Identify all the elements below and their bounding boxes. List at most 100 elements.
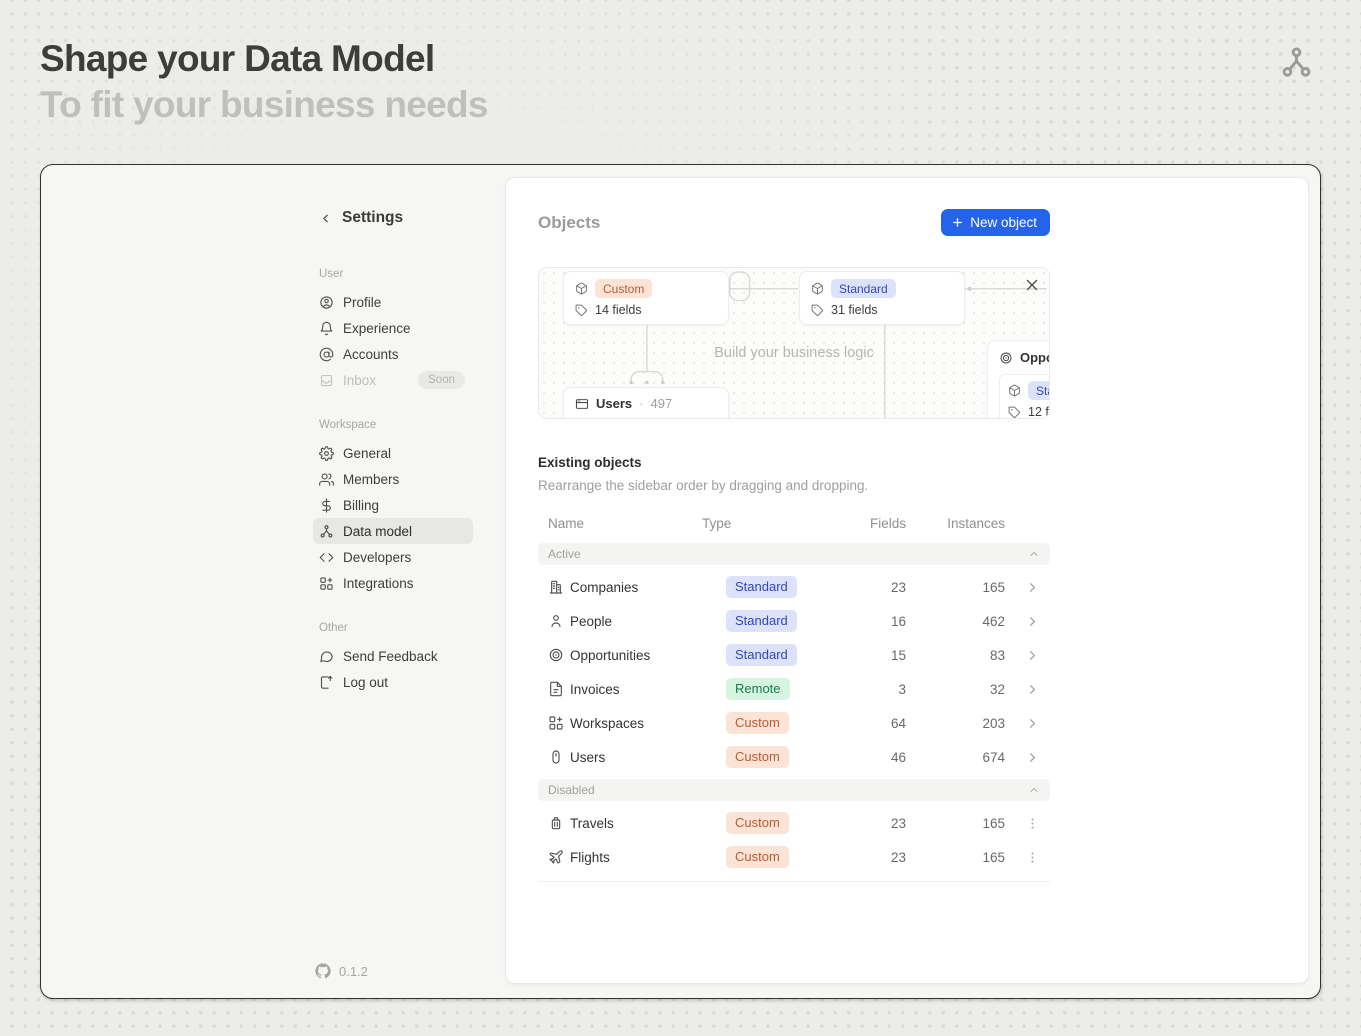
- type-badge: Standard: [726, 576, 797, 599]
- fields-count: 3: [862, 682, 914, 697]
- object-name: Flights: [570, 850, 686, 865]
- diagram-card-custom[interactable]: Custom 14 fields: [563, 271, 729, 325]
- sidebar-section-other: Other: [313, 622, 473, 634]
- sidebar-item-label: Integrations: [343, 576, 414, 591]
- code-icon: [319, 550, 334, 565]
- fields-count: 12 fields: [1028, 405, 1050, 419]
- page-title: Shape your Data Model: [40, 38, 434, 80]
- type-badge: Custom: [726, 812, 789, 835]
- sidebar-item-log-out[interactable]: Log out: [313, 669, 473, 695]
- new-object-label: New object: [970, 215, 1037, 230]
- instances-count: 462: [914, 614, 1010, 629]
- card-name: Opportunities: [1020, 350, 1050, 365]
- new-object-button[interactable]: New object: [941, 209, 1050, 236]
- object-name: Users: [570, 750, 686, 765]
- instances-count: 32: [914, 682, 1010, 697]
- type-badge: Custom: [726, 746, 789, 769]
- diagram-card-standard[interactable]: Standard 31 fields: [799, 271, 965, 325]
- object-name: Invoices: [570, 682, 686, 697]
- sidebar-item-inbox[interactable]: Inbox Soon: [313, 367, 473, 393]
- card-name: Users: [596, 396, 632, 411]
- window-icon: [575, 397, 589, 411]
- type-badge: Custom: [726, 712, 789, 735]
- group-row-active[interactable]: Active: [538, 543, 1050, 565]
- fields-count: 23: [862, 580, 914, 595]
- chevron-right-icon[interactable]: [1025, 648, 1040, 663]
- page-subtitle: To fit your business needs: [40, 84, 488, 126]
- sidebar-item-data-model[interactable]: Data model: [313, 518, 473, 544]
- chevron-right-icon[interactable]: [1025, 750, 1040, 765]
- fields-count: 46: [862, 750, 914, 765]
- table-row[interactable]: Flights Custom 23 165: [538, 840, 1050, 874]
- sidebar-item-developers[interactable]: Developers: [313, 544, 473, 570]
- chevron-up-icon[interactable]: [1028, 548, 1040, 560]
- sidebar-item-experience[interactable]: Experience: [313, 315, 473, 341]
- settings-sidebar: Settings User Profile Experience Account…: [313, 207, 473, 695]
- sidebar-title: Settings: [342, 209, 403, 227]
- table-row[interactable]: Opportunities Standard 15 83: [538, 638, 1050, 672]
- sidebar-item-profile[interactable]: Profile: [313, 289, 473, 315]
- separator: ·: [639, 396, 643, 411]
- sidebar-item-send-feedback[interactable]: Send Feedback: [313, 643, 473, 669]
- fields-count: 15: [862, 648, 914, 663]
- gear-icon: [319, 446, 334, 461]
- sidebar-item-label: Developers: [343, 550, 411, 565]
- table-row[interactable]: Workspaces Custom 64 203: [538, 706, 1050, 740]
- instance-count: 497: [650, 396, 672, 411]
- chevron-up-icon[interactable]: [1028, 784, 1040, 796]
- chevron-right-icon[interactable]: [1025, 580, 1040, 595]
- column-header-fields: Fields: [862, 516, 914, 531]
- existing-objects-title: Existing objects: [538, 455, 1050, 470]
- sidebar-item-general[interactable]: General: [313, 440, 473, 466]
- diagram-card-users[interactable]: Users · 497: [563, 387, 729, 419]
- bell-icon: [319, 321, 334, 336]
- group-row-disabled[interactable]: Disabled: [538, 779, 1050, 801]
- target-icon: [999, 351, 1013, 365]
- sidebar-item-label: Billing: [343, 498, 379, 513]
- instances-count: 165: [914, 850, 1010, 865]
- sidebar-item-members[interactable]: Members: [313, 466, 473, 492]
- type-badge: Standard: [831, 279, 896, 298]
- soon-badge: Soon: [418, 371, 465, 389]
- objects-panel: Objects New object: [505, 177, 1309, 984]
- column-header-type: Type: [686, 516, 862, 531]
- object-name: Opportunities: [570, 648, 686, 663]
- target-icon: [548, 647, 564, 663]
- diagram-card-opportunities[interactable]: Opportunities Standard 12 fields: [987, 340, 1050, 419]
- table-row[interactable]: People Standard 16 462: [538, 604, 1050, 638]
- instances-count: 203: [914, 716, 1010, 731]
- close-icon[interactable]: [1023, 276, 1041, 294]
- data-model-icon: [1279, 45, 1314, 80]
- chevron-right-icon[interactable]: [1025, 716, 1040, 731]
- sidebar-item-integrations[interactable]: Integrations: [313, 570, 473, 596]
- table-row[interactable]: Companies Standard 23 165: [538, 570, 1050, 604]
- plane-icon: [548, 849, 564, 865]
- sidebar-item-billing[interactable]: Billing: [313, 492, 473, 518]
- cube-icon: [811, 282, 824, 295]
- object-name: People: [570, 614, 686, 629]
- inbox-icon: [319, 373, 334, 388]
- app-window: Settings User Profile Experience Account…: [40, 164, 1321, 999]
- fields-count: 31 fields: [831, 303, 878, 317]
- type-badge: Standard: [1028, 381, 1050, 400]
- chevron-right-icon[interactable]: [1025, 682, 1040, 697]
- type-badge: Remote: [726, 678, 790, 701]
- settings-back-button[interactable]: Settings: [313, 207, 473, 229]
- object-name: Companies: [570, 580, 686, 595]
- user-circle-icon: [319, 295, 334, 310]
- kebab-icon[interactable]: [1025, 816, 1040, 831]
- at-sign-icon: [319, 347, 334, 362]
- chevron-right-icon[interactable]: [1025, 614, 1040, 629]
- table-row[interactable]: Users Custom 46 674: [538, 740, 1050, 774]
- sidebar-item-label: General: [343, 446, 391, 461]
- column-header-instances: Instances: [914, 516, 1010, 531]
- app-version: 0.1.2: [315, 963, 368, 979]
- tag-icon: [811, 304, 824, 317]
- instances-count: 83: [914, 648, 1010, 663]
- table-row[interactable]: Invoices Remote 3 32: [538, 672, 1050, 706]
- kebab-icon[interactable]: [1025, 850, 1040, 865]
- table-row[interactable]: Travels Custom 23 165: [538, 806, 1050, 840]
- instances-count: 674: [914, 750, 1010, 765]
- sidebar-item-accounts[interactable]: Accounts: [313, 341, 473, 367]
- sidebar-section-workspace: Workspace: [313, 419, 473, 431]
